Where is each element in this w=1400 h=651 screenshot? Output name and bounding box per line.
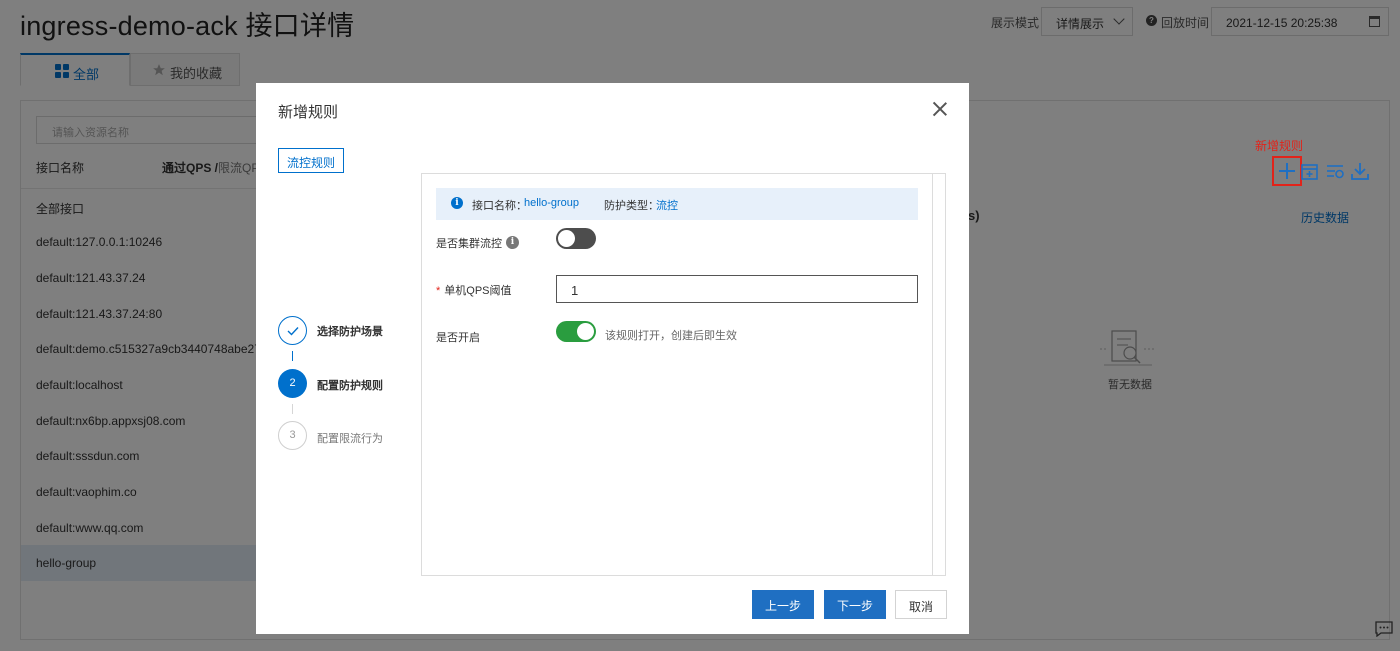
add-rule-icon[interactable]: [1272, 156, 1302, 186]
annotation-label: 新增规则: [1255, 139, 1304, 153]
qps-threshold-input[interactable]: 1: [556, 275, 918, 303]
enable-label: 是否开启: [436, 332, 480, 344]
rule-config-form: i 接口名称： hello-group 防护类型： 流控 是否集群流控 i * 单…: [421, 173, 946, 576]
filter-settings-icon[interactable]: [1324, 160, 1346, 182]
qps-threshold-label: * 单机QPS阈值: [436, 285, 512, 297]
step-connector: [292, 404, 293, 414]
cluster-flow-label: 是否集群流控: [436, 238, 502, 250]
cancel-button[interactable]: 取消: [895, 590, 947, 619]
cluster-flow-toggle[interactable]: [556, 228, 596, 249]
protect-type-label: 防护类型：: [604, 200, 659, 212]
protect-type-value: 流控: [656, 200, 678, 212]
scrollbar[interactable]: [932, 174, 933, 575]
enable-hint: 该规则打开，创建后即生效: [605, 330, 737, 342]
step-3-indicator: 3: [278, 421, 307, 450]
toggle-knob: [577, 323, 594, 340]
api-name-label: 接口名称：: [472, 200, 527, 212]
enable-toggle[interactable]: [556, 321, 596, 342]
close-icon[interactable]: [932, 101, 948, 117]
step-2-indicator: 2: [278, 369, 307, 398]
download-icon[interactable]: [1349, 160, 1371, 182]
step-2-label: 配置防护规则: [317, 380, 383, 392]
next-step-button[interactable]: 下一步: [824, 590, 886, 619]
info-icon: i: [451, 197, 463, 209]
step-1-check-icon: [278, 316, 307, 345]
info-tip-icon[interactable]: i: [506, 236, 519, 249]
step-1-label: 选择防护场景: [317, 326, 383, 338]
prev-step-button[interactable]: 上一步: [752, 590, 814, 619]
step-3-label: 配置限流行为: [317, 433, 383, 445]
step-connector: [292, 351, 293, 361]
add-rule-modal: 新增规则 流控规则 选择防护场景 2 配置防护规则 3 配置限流行为 i 接口名…: [256, 83, 969, 634]
toggle-knob: [558, 230, 575, 247]
api-name-value: hello-group: [524, 197, 580, 209]
info-bar: i 接口名称： hello-group 防护类型： 流控: [436, 188, 918, 220]
flow-rule-tag[interactable]: 流控规则: [278, 148, 344, 173]
qps-threshold-text: 单机QPS阈值: [444, 285, 512, 297]
import-icon[interactable]: [1299, 160, 1321, 182]
modal-title: 新增规则: [278, 104, 339, 121]
